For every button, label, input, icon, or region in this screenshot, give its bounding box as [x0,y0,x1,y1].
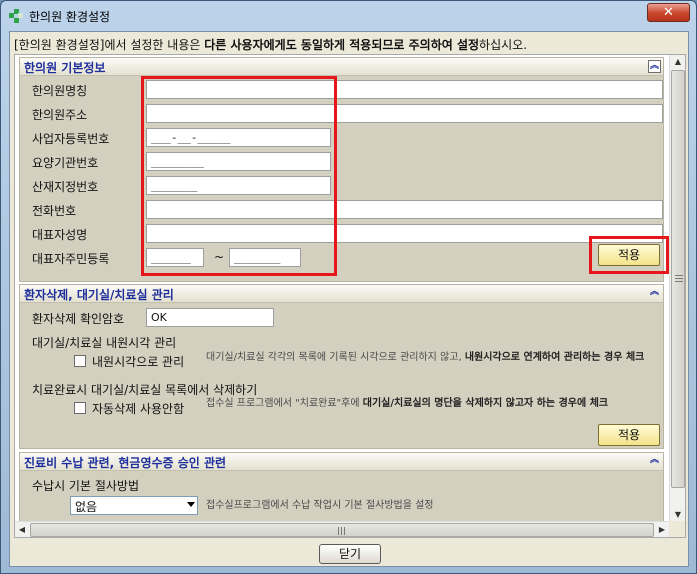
arrival-time-description: 대기실/치료실 각각의 목록에 기록된 시각으로 관리하지 않고, 내원시각으로… [206,352,645,363]
section-header[interactable]: 한의원 기본정보 ︽ [20,58,663,76]
confirm-password-input[interactable]: OK [146,308,274,327]
vertical-scroll-thumb[interactable] [671,70,685,488]
close-icon: ✕ [663,5,674,20]
section-basic-info: 한의원 기본정보 ︽ 한의원명칭 한의원주소 사업자등록번호 ___-__-__… [19,57,669,282]
field-label: 한의원주소 [32,108,88,122]
window-title: 한의원 환경설정 [29,10,111,24]
close-button[interactable]: 닫기 [319,544,381,564]
vertical-scrollbar[interactable]: ▲ ▼ [669,55,685,522]
section-header[interactable]: 환자삭제, 대기실/치료실 관리 ︽ [20,285,663,303]
app-icon [9,9,23,23]
field-row-clinic-name: 한의원명칭 [20,77,663,101]
collapse-icon[interactable]: ︽ [648,287,661,300]
collapse-icon[interactable]: ︽ [648,455,661,468]
rounding-method-select[interactable]: 없음 [70,496,198,515]
field-label: 대표자주민등록 [32,252,110,266]
field-row-business-number: 사업자등록번호 ___-__-_____ [20,125,663,149]
client-area: [한의원 환경설정]에서 설정한 내용은 다른 사용자에게도 동일하게 적용되므… [9,31,689,567]
collapse-icon[interactable]: ︽ [648,60,661,73]
patient-management-apply-button[interactable]: 적용 [598,424,660,446]
highlight-frame [141,76,337,276]
settings-window: 한의원 환경설정 ✕ [한의원 환경설정]에서 설정한 내용은 다른 사용자에게… [0,0,697,574]
arrival-time-checkbox-label[interactable]: 내원시각으로 관리 [92,353,184,370]
rounding-method-value: 없음 [75,500,98,514]
basic-info-apply-button[interactable]: 적용 [598,244,660,266]
arrival-time-heading: 대기실/치료실 내원시각 관리 [32,336,177,350]
field-label: 산재지정번호 [32,180,99,194]
scroll-left-icon[interactable]: ◀ [15,523,29,537]
section-title: 진료비 수납 관련, 현금영수증 승인 관련 [24,456,227,470]
notice-text: [한의원 환경설정]에서 설정한 내용은 다른 사용자에게도 동일하게 적용되므… [14,38,528,52]
field-label: 요양기관번호 [32,156,99,170]
section-header[interactable]: 진료비 수납 관련, 현금영수증 승인 관련 ︽ [20,453,663,471]
rounding-method-heading: 수납시 기본 절사방법 [32,479,139,493]
rounding-method-description: 접수실프로그램에서 수납 작업시 기본 절사방법을 설정 [206,500,434,511]
section-title: 한의원 기본정보 [24,61,106,75]
field-row-care-institution-number: 요양기관번호 ________ [20,149,663,173]
scroll-right-icon[interactable]: ▶ [655,523,669,537]
scroll-up-icon[interactable]: ▲ [671,55,685,69]
field-label: 대표자성명 [32,228,88,242]
auto-delete-description: 접수실 프로그램에서 "치료완료"후에 대기실/치료실의 명단을 삭제하지 않고… [206,398,609,409]
field-label: 한의원명칭 [32,84,88,98]
field-row-industrial-accident-number: 산재지정번호 _______ [20,173,663,197]
horizontal-scroll-thumb[interactable] [30,523,654,537]
chevron-down-icon [187,502,195,507]
field-row-clinic-address: 한의원주소 [20,101,663,125]
horizontal-scrollbar[interactable]: ◀ ▶ [15,521,670,537]
field-row-representative-name: 대표자성명 [20,221,663,245]
confirm-password-label: 환자삭제 확인암호 [32,312,125,326]
auto-delete-checkbox[interactable] [74,402,86,414]
auto-delete-heading: 치료완료시 대기실/치료실 목록에서 삭제하기 [32,383,258,397]
section-payment-receipt: 진료비 수납 관련, 현금영수증 승인 관련 ︽ 수납시 기본 절사방법 없음 … [19,452,664,522]
section-patient-waiting-room: 환자삭제, 대기실/치료실 관리 ︽ 환자삭제 확인암호 OK 대기실/치료실 … [19,284,664,449]
field-row-phone: 전화번호 [20,197,663,221]
scrollbar-corner [669,521,685,537]
field-label: 사업자등록번호 [32,132,110,146]
settings-scroll-area[interactable]: 한의원 기본정보 ︽ 한의원명칭 한의원주소 사업자등록번호 ___-__-__… [14,54,686,538]
arrival-time-checkbox[interactable] [74,355,86,367]
scroll-down-icon[interactable]: ▼ [671,508,685,522]
title-bar[interactable]: 한의원 환경설정 ✕ [1,1,696,31]
section-title: 환자삭제, 대기실/치료실 관리 [24,288,174,302]
field-label: 전화번호 [32,204,77,218]
auto-delete-checkbox-label[interactable]: 자동삭제 사용안함 [92,400,184,417]
field-row-representative-rrn: 대표자주민등록 ______ ~ _______ [20,245,663,269]
settings-content: 한의원 기본정보 ︽ 한의원명칭 한의원주소 사업자등록번호 ___-__-__… [15,55,670,522]
close-window-button[interactable]: ✕ [647,3,690,22]
